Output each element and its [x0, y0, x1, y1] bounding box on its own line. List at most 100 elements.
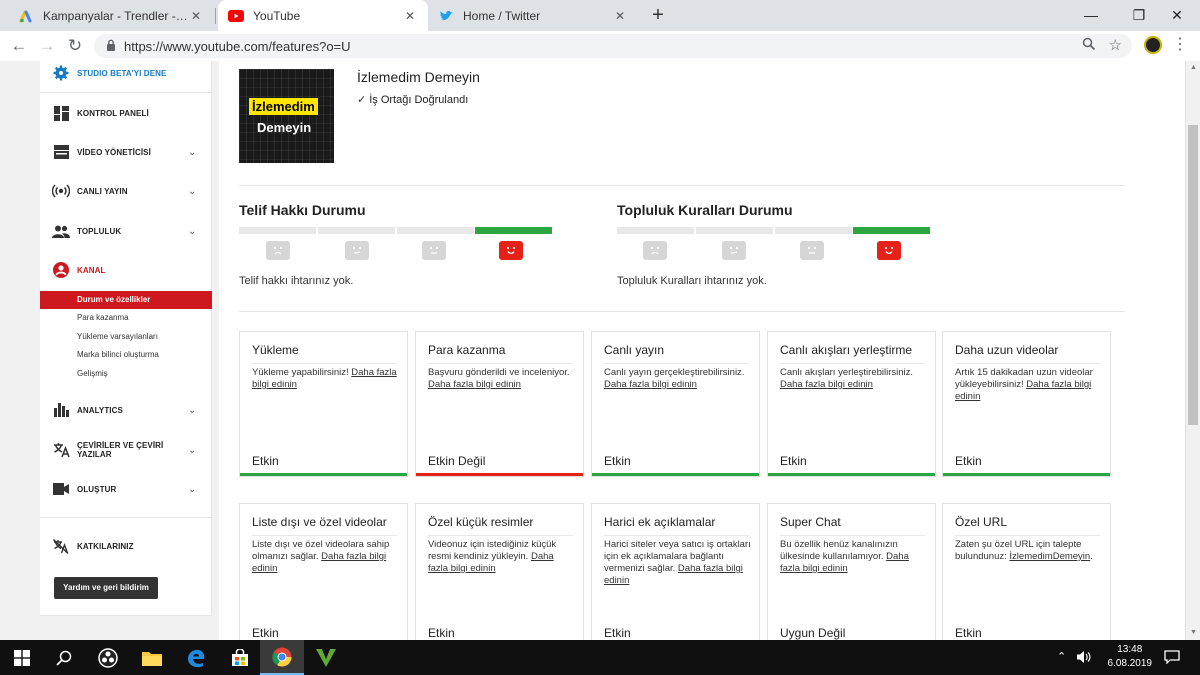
feature-description: Canlı yayın gerçekleştirebilirsiniz. Dah… — [604, 367, 745, 390]
address-bar[interactable]: https://www.youtube.com/features?o=U ☆ — [94, 34, 1132, 58]
studio-sidebar: STUDIO BETA'YI DENE KONTROL PANELİ VİDEO… — [40, 61, 212, 616]
windows-start-icon[interactable] — [0, 640, 44, 675]
feature-status-bar — [592, 473, 759, 476]
chevron-down-icon[interactable]: ⌄ — [188, 405, 196, 416]
sidebar-item-label: ANALYTICS — [77, 405, 123, 415]
obs-icon[interactable] — [86, 640, 130, 675]
sidebar-item-label: KATKILARINIZ — [77, 541, 134, 551]
back-arrow-icon[interactable]: ← — [8, 35, 30, 57]
tab-close-icon[interactable]: ✕ — [612, 9, 628, 23]
menu-dots-icon[interactable]: ⋮ — [1172, 36, 1188, 54]
feature-description: Yükleme yapabilirsiniz! Daha fazla bilgi… — [252, 367, 397, 390]
feature-title: Canlı yayın — [604, 343, 665, 357]
windows-taskbar: ⌃ 13:48 6.08.2019 — [0, 640, 1200, 675]
system-clock[interactable]: 13:48 6.08.2019 — [1108, 643, 1153, 671]
sidebar-subitem-status-features[interactable]: Durum ve özellikler — [40, 291, 212, 309]
feature-status: Etkin — [604, 454, 631, 468]
chevron-down-icon[interactable]: ⌄ — [188, 147, 196, 158]
chevron-down-icon[interactable]: ⌄ — [188, 226, 196, 237]
page-scrollbar[interactable]: ▲ ▼ — [1185, 61, 1200, 640]
tab-youtube[interactable]: YouTube ✕ — [218, 0, 428, 31]
minimize-button[interactable]: — — [1068, 0, 1114, 31]
bookmark-star-icon[interactable]: ☆ — [1109, 36, 1122, 54]
tray-chevron-up-icon[interactable]: ⌃ — [1057, 650, 1066, 663]
chevron-down-icon[interactable]: ⌄ — [188, 445, 196, 456]
volume-icon[interactable] — [1076, 650, 1092, 667]
scroll-up-arrow-icon[interactable]: ▲ — [1186, 61, 1200, 75]
feature-title: Harici ek açıklamalar — [604, 515, 716, 529]
vegas-icon[interactable] — [304, 640, 348, 675]
channel-thumbnail[interactable]: İzlemedim Demeyin — [239, 69, 334, 163]
feature-status: Etkin — [604, 626, 631, 640]
copyright-status-bar — [239, 227, 552, 234]
learn-more-link[interactable]: Daha fazla bilgi edinin — [604, 379, 697, 390]
feature-card-upload: Yükleme Yükleme yapabilirsiniz! Daha faz… — [239, 331, 408, 477]
action-center-icon[interactable] — [1164, 650, 1180, 667]
sidebar-item-translations[interactable]: ÇEVİRİLER VE ÇEVİRİ YAZILAR ⌄ — [40, 435, 212, 465]
new-tab-button[interactable]: + — [648, 4, 668, 26]
learn-more-link[interactable]: Daha fazla bilgi edinin — [428, 379, 521, 390]
feature-title: Canlı akışları yerleştirme — [780, 343, 913, 357]
tab-close-icon[interactable]: ✕ — [188, 9, 204, 23]
divider — [239, 311, 1125, 312]
feature-status: Etkin — [955, 626, 982, 640]
sidebar-divider — [40, 517, 212, 518]
community-status-text: Topluluk Kuralları ihtarınız yok. — [617, 275, 767, 287]
sidebar-item-contributions[interactable]: KATKILARINIZ — [40, 531, 212, 561]
chrome-icon[interactable] — [260, 640, 304, 675]
sidebar-item-channel[interactable]: KANAL — [40, 255, 212, 285]
feature-card-longer-videos: Daha uzun videolar Artık 15 dakikadan uz… — [942, 331, 1111, 477]
status-features-content: İzlemedim Demeyin İzlemedim Demeyin ✓ İş … — [219, 61, 1185, 640]
card-divider — [252, 363, 397, 364]
sidebar-item-label: KANAL — [77, 265, 106, 275]
sidebar-subitem-advanced[interactable]: Gelişmiş — [40, 365, 212, 383]
sidebar-item-live[interactable]: CANLI YAYIN ⌄ — [40, 176, 212, 206]
search-icon[interactable] — [42, 640, 86, 675]
card-divider — [252, 535, 397, 536]
neutral-face-icon — [800, 241, 824, 260]
feature-title: Para kazanma — [428, 343, 506, 357]
channel-name[interactable]: İzlemedim Demeyin — [357, 69, 480, 85]
chevron-down-icon[interactable]: ⌄ — [188, 484, 196, 495]
custom-url-link[interactable]: İzlemedimDemeyin — [1009, 551, 1090, 562]
card-divider — [604, 535, 749, 536]
tab-close-icon[interactable]: ✕ — [402, 9, 418, 23]
tab-title: YouTube — [253, 8, 301, 23]
forward-arrow-icon[interactable]: → — [36, 35, 58, 57]
chevron-down-icon[interactable]: ⌄ — [188, 186, 196, 197]
tab-twitter[interactable]: Home / Twitter ✕ — [428, 0, 638, 31]
feature-card-live: Canlı yayın Canlı yayın gerçekleştirebil… — [591, 331, 760, 477]
reload-icon[interactable]: ↻ — [64, 35, 86, 57]
file-explorer-icon[interactable] — [130, 640, 174, 675]
zoom-icon[interactable] — [1082, 37, 1096, 54]
sidebar-subitem-monetization[interactable]: Para kazanma — [40, 309, 212, 327]
feature-card-custom-url: Özel URL Zaten şu özel URL için talepte … — [942, 503, 1111, 640]
card-divider — [955, 535, 1100, 536]
edge-icon[interactable] — [174, 640, 218, 675]
sidebar-item-dashboard[interactable]: KONTROL PANELİ — [40, 98, 212, 128]
studio-beta-link[interactable]: STUDIO BETA'YI DENE — [40, 61, 212, 88]
sidebar-item-video-manager[interactable]: VİDEO YÖNETİCİSİ ⌄ — [40, 137, 212, 167]
card-divider — [780, 535, 925, 536]
tab-title: Home / Twitter — [463, 8, 541, 23]
scroll-down-arrow-icon[interactable]: ▼ — [1186, 626, 1200, 640]
feature-status: Etkin — [428, 626, 455, 640]
sidebar-subitem-branding[interactable]: Marka bilinci oluşturma — [40, 346, 212, 364]
feature-title: Super Chat — [780, 515, 841, 529]
sidebar-item-create[interactable]: OLUŞTUR ⌄ — [40, 474, 212, 504]
gear-icon — [52, 64, 70, 82]
sidebar-subitem-upload-defaults[interactable]: Yükleme varsayılanları — [40, 328, 212, 346]
sidebar-item-community[interactable]: TOPLULUK ⌄ — [40, 216, 212, 246]
status-segment — [397, 227, 474, 234]
scroll-thumb[interactable] — [1188, 125, 1198, 425]
feature-description: Canlı akışları yerleştirebilirsiniz. Dah… — [780, 367, 914, 390]
store-icon[interactable] — [218, 640, 262, 675]
learn-more-link[interactable]: Daha fazla bilgi edinin — [780, 379, 873, 390]
feature-description: Videonuz için istediğiniz küçük resmi ke… — [428, 539, 557, 574]
card-divider — [955, 363, 1100, 364]
tab-google-ads[interactable]: Kampanyalar - Trendler - Google ✕ — [8, 0, 214, 31]
close-window-button[interactable]: ✕ — [1154, 0, 1200, 31]
sidebar-item-analytics[interactable]: ANALYTICS ⌄ — [40, 395, 212, 425]
extension-icon[interactable] — [1144, 36, 1162, 54]
help-feedback-button[interactable]: Yardım ve geri bildirim — [54, 577, 158, 599]
